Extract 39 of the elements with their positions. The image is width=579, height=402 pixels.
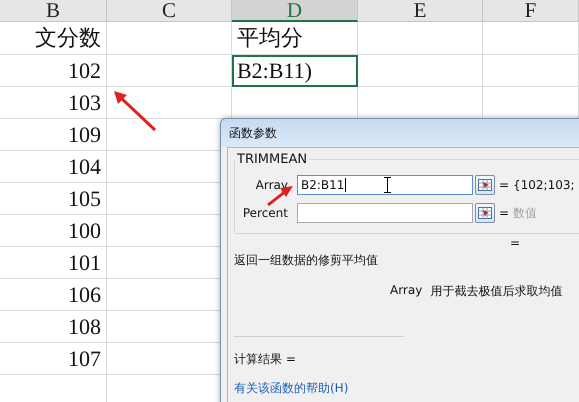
table-cell: 105 (0, 183, 107, 215)
table-cell: 101 (0, 247, 107, 279)
argument-help: 用于截去极值后求取均值 (430, 283, 562, 300)
table-cell: 文分数 (0, 22, 107, 55)
equals-sign: = (498, 178, 510, 192)
function-description: 返回一组数据的修剪平均值 (234, 252, 379, 269)
cell-picker-button[interactable] (475, 175, 495, 195)
input-field[interactable]: B2:B11 (297, 175, 473, 195)
arrow-annotation (113, 90, 157, 132)
table-cell: 104 (0, 151, 107, 183)
table-cell: 109 (0, 119, 107, 151)
table-cell: 106 (0, 279, 107, 311)
formula-result: = (510, 236, 520, 250)
argument-name: Array (390, 283, 422, 299)
column-header[interactable]: E (358, 0, 483, 22)
help-link[interactable]: 有关该函数的帮助(H) (234, 381, 348, 395)
argument-result: {102;103; (513, 178, 576, 192)
table-cell: 108 (0, 311, 107, 343)
table-cell: 102 (0, 55, 107, 87)
cell-picker-icon (478, 207, 492, 219)
column-header[interactable]: C (107, 0, 232, 22)
equals-sign: = (498, 206, 510, 220)
cell-picker-icon (478, 179, 492, 191)
text-cursor-icon (384, 177, 391, 193)
column-header[interactable]: F (483, 0, 579, 22)
table-cell: 平均分 (232, 22, 358, 55)
table-cell: 107 (0, 343, 107, 375)
column-header[interactable]: D (232, 0, 358, 22)
table-cell: 103 (0, 87, 107, 119)
table-cell: B2:B11) (232, 55, 358, 87)
cell-picker-button[interactable] (475, 203, 495, 223)
column-header[interactable]: B (0, 0, 107, 22)
function-name: TRIMMEAN (236, 152, 308, 167)
dialog-title: 函数参数 (229, 124, 277, 142)
argument-label: Percent (242, 206, 288, 220)
table-cell: 100 (0, 215, 107, 247)
input-field[interactable] (297, 203, 473, 223)
calc-result: 计算结果 = (234, 351, 297, 368)
argument-result: 数值 (513, 204, 538, 222)
